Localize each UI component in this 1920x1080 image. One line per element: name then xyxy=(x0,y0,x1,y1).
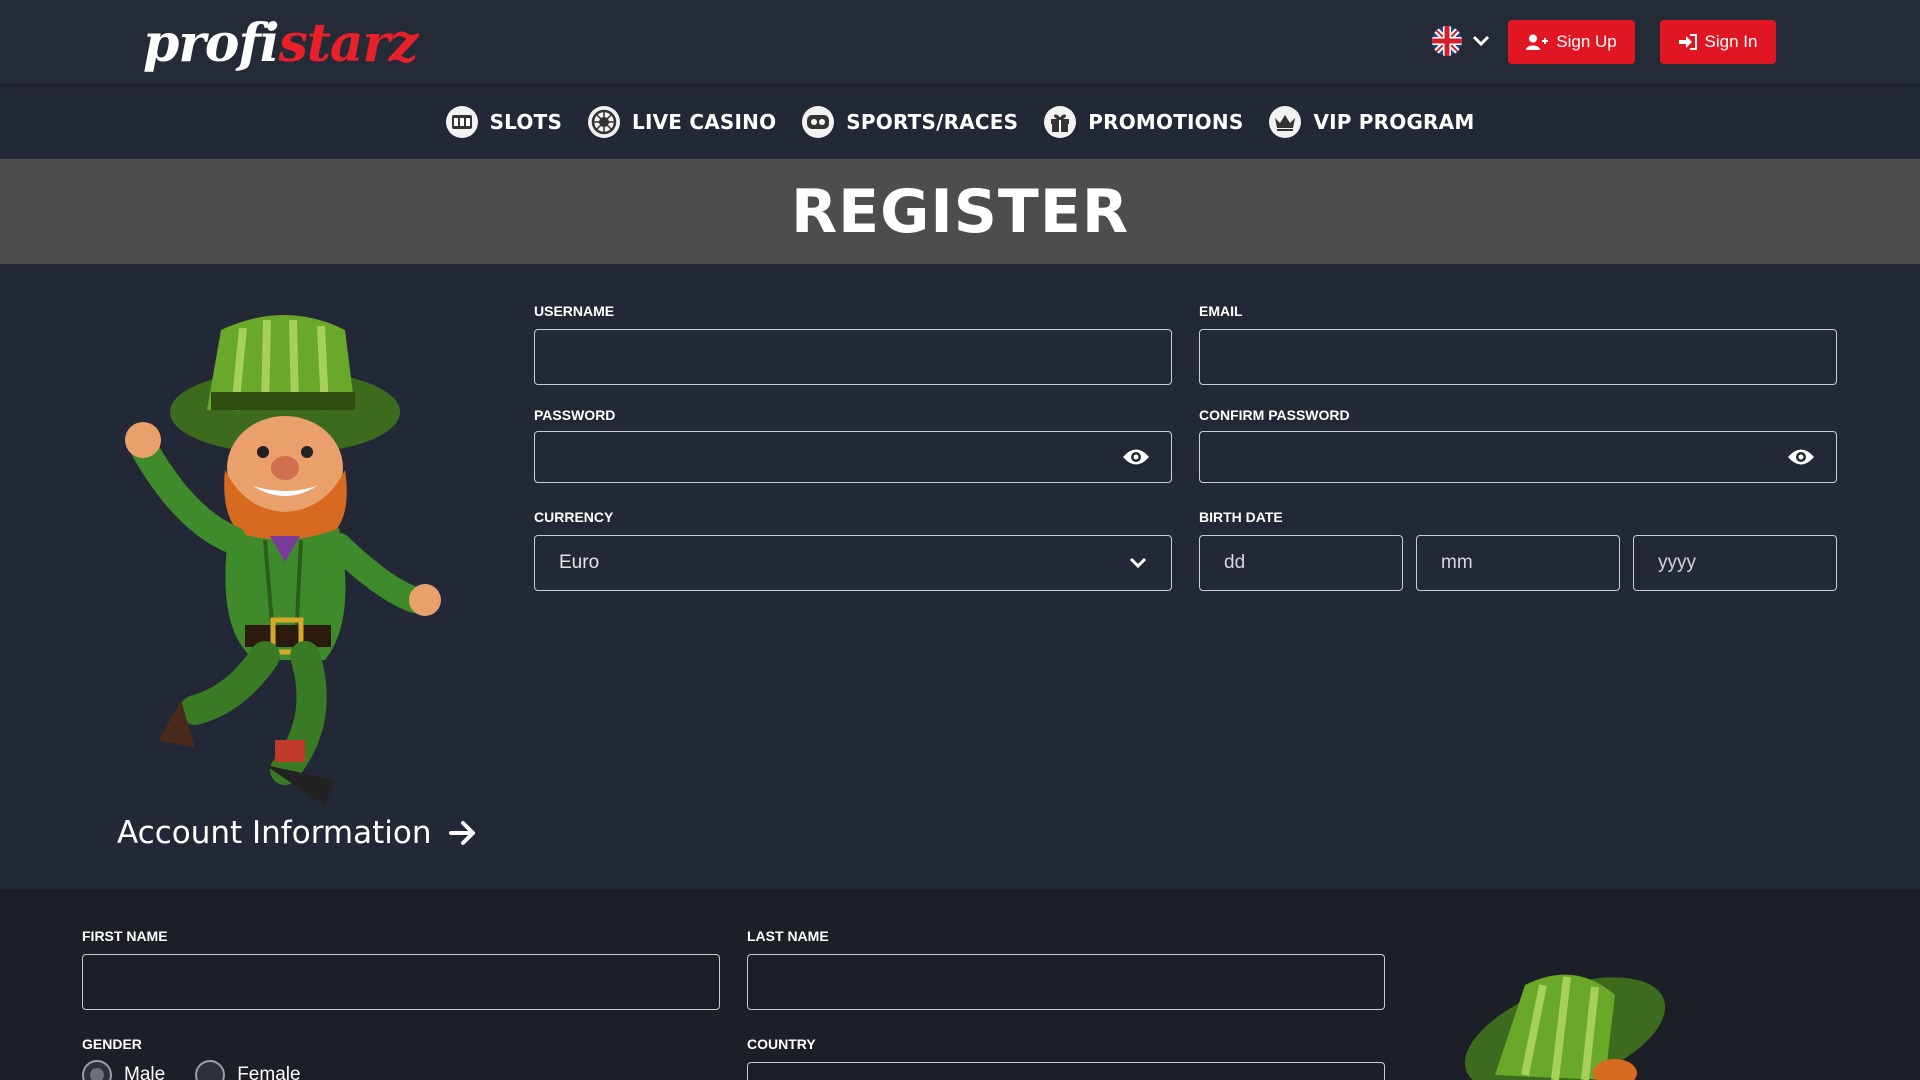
nav-label-slots: SLOTS xyxy=(489,109,563,134)
gender-male-radio[interactable]: Male xyxy=(82,1060,165,1080)
account-information-heading: Account Information xyxy=(117,815,432,851)
nav-item-slots[interactable]: SLOTS xyxy=(445,105,563,138)
logo-text-starz: starz xyxy=(278,12,419,74)
top-bar: profi starz Sign Up Sign In xyxy=(0,0,1920,84)
confirm-password-label: CONFIRM PASSWORD xyxy=(1199,407,1350,423)
first-name-label: FIRST NAME xyxy=(82,928,168,944)
nav-label-sports-races: SPORTS/RACES xyxy=(846,109,1019,134)
currency-selected-value: Euro xyxy=(559,552,600,573)
account-information-link[interactable]: Account Information xyxy=(117,815,477,851)
language-selector[interactable] xyxy=(1432,26,1490,56)
show-password-eye-icon[interactable] xyxy=(1122,448,1150,466)
show-confirm-password-eye-icon[interactable] xyxy=(1787,448,1815,466)
password-input[interactable] xyxy=(534,431,1172,483)
nav-item-live-casino[interactable]: LIVE CASINO xyxy=(588,105,777,138)
password-field-wrapper xyxy=(534,431,1172,483)
currency-label: CURRENCY xyxy=(534,509,614,525)
nav-item-vip-program[interactable]: VIP PROGRAM xyxy=(1269,105,1475,138)
crown-icon xyxy=(1269,105,1302,138)
leprechaun-illustration xyxy=(125,315,441,806)
roulette-icon xyxy=(588,105,621,138)
page-title: REGISTER xyxy=(790,176,1130,247)
gender-radio-group: Male Female xyxy=(82,1060,301,1080)
birth-month-input[interactable] xyxy=(1416,535,1620,591)
register-banner: REGISTER xyxy=(0,159,1920,264)
sign-in-arrow-icon xyxy=(1678,34,1697,50)
country-label: COUNTRY xyxy=(747,1036,816,1052)
logo-text-profi: profi xyxy=(143,12,280,74)
username-input[interactable] xyxy=(534,329,1172,385)
gender-female-label: Female xyxy=(237,1064,301,1080)
birth-year-input[interactable] xyxy=(1633,535,1837,591)
email-label: EMAIL xyxy=(1199,303,1243,319)
user-plus-icon xyxy=(1526,34,1549,50)
nav-label-live-casino: LIVE CASINO xyxy=(632,109,777,134)
last-name-input[interactable] xyxy=(747,954,1385,1010)
profistarz-logo[interactable]: profi starz xyxy=(143,12,419,74)
uk-flag-icon xyxy=(1432,26,1462,56)
birth-date-label: BIRTH DATE xyxy=(1199,509,1283,525)
currency-select[interactable]: Euro xyxy=(534,535,1172,591)
nav-item-promotions[interactable]: PROMOTIONS xyxy=(1044,105,1244,138)
gender-male-label: Male xyxy=(124,1064,166,1080)
radio-unselected-indicator xyxy=(195,1060,226,1080)
gender-female-radio[interactable]: Female xyxy=(195,1060,301,1080)
confirm-password-input[interactable] xyxy=(1199,431,1837,483)
confirm-password-field-wrapper xyxy=(1199,431,1837,483)
username-label: USERNAME xyxy=(534,303,615,319)
email-input[interactable] xyxy=(1199,329,1837,385)
main-nav: SLOTS LIVE CASINO SPORTS/RACES PROMOTION… xyxy=(0,84,1920,159)
first-name-input[interactable] xyxy=(82,954,720,1010)
chevron-down-icon xyxy=(1472,35,1490,47)
last-name-label: LAST NAME xyxy=(747,928,829,944)
nav-item-sports-races[interactable]: SPORTS/RACES xyxy=(802,105,1019,138)
chevron-down-icon xyxy=(1129,557,1147,569)
radio-selected-indicator xyxy=(82,1060,112,1080)
country-select[interactable] xyxy=(747,1062,1385,1080)
nav-label-promotions: PROMOTIONS xyxy=(1088,109,1244,134)
nav-label-vip-program: VIP PROGRAM xyxy=(1313,109,1475,134)
sign-up-label: Sign Up xyxy=(1556,32,1617,51)
sign-in-label: Sign In xyxy=(1704,32,1758,51)
gift-icon xyxy=(1044,105,1077,138)
password-label: PASSWORD xyxy=(534,407,616,423)
sign-in-button[interactable]: Sign In xyxy=(1660,20,1776,64)
birth-day-input[interactable] xyxy=(1199,535,1403,591)
controller-icon xyxy=(802,105,835,138)
sign-up-button[interactable]: Sign Up xyxy=(1508,20,1635,64)
slot-machine-icon xyxy=(445,105,478,138)
arrow-right-icon xyxy=(449,821,476,845)
leprechaun-hat-illustration xyxy=(1464,974,1666,1080)
gender-label: GENDER xyxy=(82,1036,142,1052)
